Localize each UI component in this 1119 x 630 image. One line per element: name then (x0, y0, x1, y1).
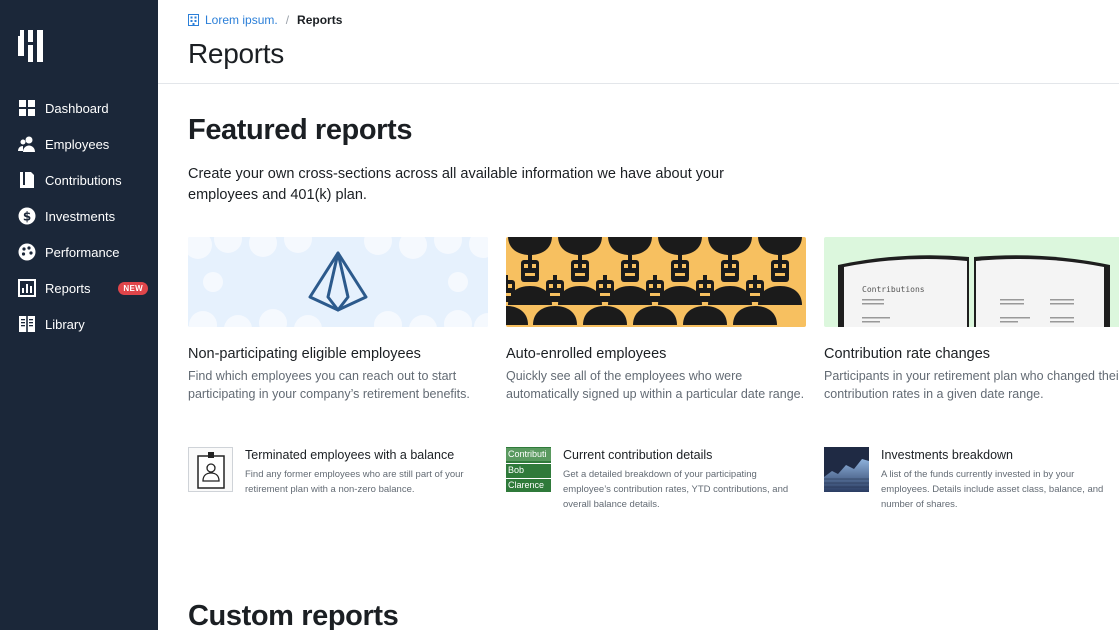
id-badge-icon[interactable] (188, 447, 233, 492)
book-icon (18, 171, 36, 189)
main-content: Featured reports Create your own cross-s… (188, 84, 1119, 630)
report-card-non-participating[interactable]: Non-participating eligible employees Fin… (188, 237, 488, 403)
card-description: Participants in your retirement plan who… (824, 369, 1119, 401)
sidebar-item-employees[interactable]: Employees (0, 126, 158, 162)
card-description: Quickly see all of the employees who wer… (506, 369, 805, 401)
sidebar-item-label: Performance (45, 244, 120, 260)
robots-illustration[interactable] (506, 237, 806, 327)
spreadsheet-row: Bob (506, 463, 551, 476)
sidebar-item-label: Investments (45, 208, 116, 224)
custom-reports-heading: Custom reports (188, 600, 399, 630)
ledger-title-text: Contributions (862, 285, 925, 294)
sidebar-nav: Dashboard Employees Contributions $ Inve… (0, 90, 158, 342)
palette-icon (18, 243, 36, 261)
new-badge: NEW (118, 281, 148, 295)
breadcrumb-home-link[interactable]: Lorem ipsum. (188, 13, 278, 27)
sidebar-item-library[interactable]: Library (0, 306, 158, 342)
ledger-book-illustration[interactable]: Contributions (824, 237, 1119, 327)
sidebar: Dashboard Employees Contributions $ Inve… (0, 0, 158, 630)
report-item-description: Find any former employees who are still … (245, 469, 464, 495)
card-title[interactable]: Non-participating eligible employees (188, 346, 488, 362)
page-title: Reports (188, 38, 284, 69)
report-item-title[interactable]: Current contribution details (563, 448, 806, 462)
report-item-title[interactable]: Investments breakdown (881, 448, 1119, 462)
library-icon (18, 315, 36, 333)
sidebar-item-label: Contributions (45, 172, 122, 188)
brand-logo[interactable] (18, 30, 44, 62)
sidebar-item-dashboard[interactable]: Dashboard (0, 90, 158, 126)
breadcrumb-current: Reports (297, 13, 343, 27)
report-item-investments-breakdown[interactable]: Investments breakdown A list of the fund… (824, 447, 1119, 512)
sidebar-item-label: Dashboard (45, 100, 109, 116)
breadcrumb: Lorem ipsum. / Reports (188, 13, 342, 27)
spreadsheet-row: Clarence (506, 478, 551, 491)
report-card-auto-enrolled[interactable]: Auto-enrolled employees Quickly see all … (506, 237, 806, 403)
report-item-description: A list of the funds currently invested i… (881, 469, 1104, 510)
card-description: Find which employees you can reach out t… (188, 369, 470, 401)
card-title[interactable]: Auto-enrolled employees (506, 346, 806, 362)
spreadsheet-icon[interactable]: Contributi Bob Clarence (506, 447, 551, 492)
sidebar-item-label: Employees (45, 136, 110, 152)
building-icon (188, 14, 199, 26)
sidebar-item-reports[interactable]: Reports NEW (0, 270, 158, 306)
spreadsheet-row: Contributi (506, 448, 551, 461)
featured-reports-description: Create your own cross-sections across al… (188, 166, 724, 203)
report-icon (18, 279, 36, 297)
breadcrumb-separator: / (285, 13, 290, 27)
dashboard-icon (18, 99, 36, 117)
sidebar-item-label: Library (45, 316, 85, 332)
page-header: Lorem ipsum. / Reports Reports (158, 0, 1119, 84)
card-title[interactable]: Contribution rate changes (824, 346, 1119, 362)
report-item-terminated[interactable]: Terminated employees with a balance Find… (188, 447, 488, 497)
sidebar-item-performance[interactable]: Performance (0, 234, 158, 270)
area-chart-icon[interactable] (824, 447, 869, 492)
sidebar-item-label: Reports (45, 280, 91, 296)
people-icon (18, 135, 36, 153)
breadcrumb-home-label: Lorem ipsum. (205, 13, 278, 27)
sidebar-item-contributions[interactable]: Contributions (0, 162, 158, 198)
report-item-description: Get a detailed breakdown of your partici… (563, 469, 789, 510)
featured-reports-heading: Featured reports (188, 114, 413, 146)
sidebar-item-investments[interactable]: $ Investments (0, 198, 158, 234)
svg-text:$: $ (23, 210, 31, 224)
report-card-contribution-rate[interactable]: Contributions Contribution rate changes … (824, 237, 1119, 403)
paper-plane-illustration[interactable] (188, 237, 488, 327)
report-item-title[interactable]: Terminated employees with a balance (245, 448, 488, 462)
report-item-current-contribution[interactable]: Contributi Bob Clarence Current contribu… (506, 447, 806, 512)
dollar-icon: $ (18, 207, 36, 225)
